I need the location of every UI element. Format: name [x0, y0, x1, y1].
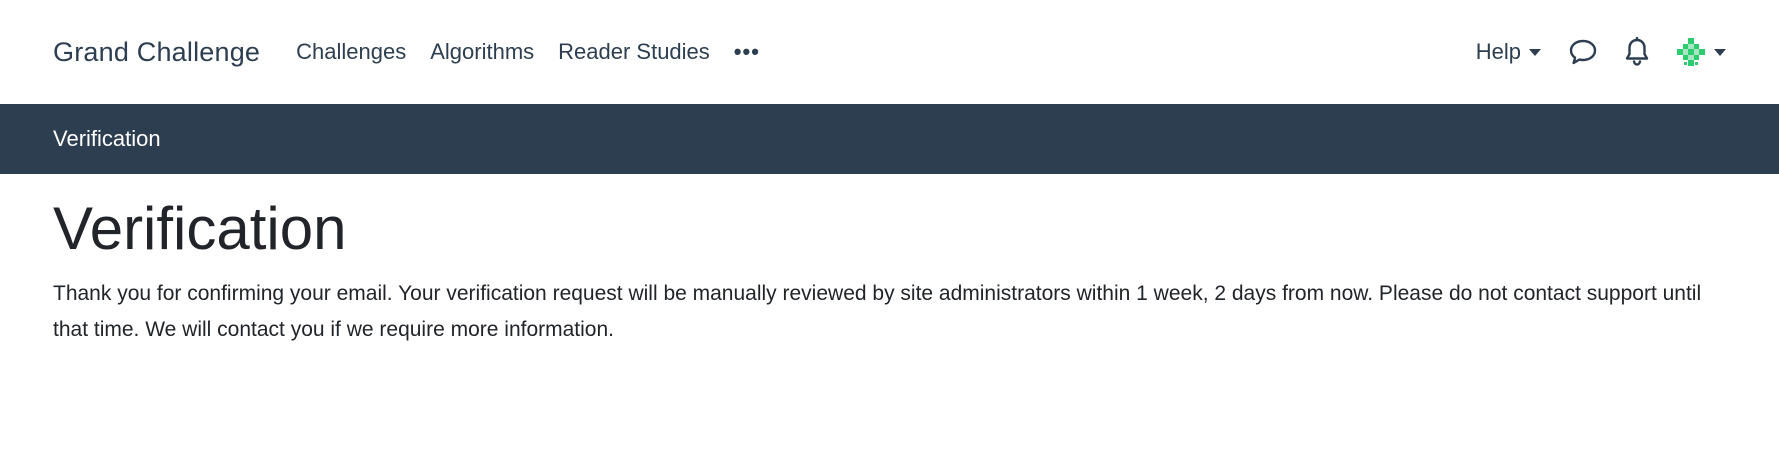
page-header-bar: Verification [0, 104, 1779, 174]
chevron-down-icon [1714, 48, 1726, 56]
user-menu-dropdown[interactable] [1675, 36, 1726, 68]
page-title: Verification [53, 195, 347, 262]
header-bar-title: Verification [53, 126, 161, 151]
chat-bubble-icon [1569, 39, 1597, 65]
nav-right: Help [1476, 36, 1726, 68]
nav-link-reader-studies[interactable]: Reader Studies [558, 39, 710, 65]
main-content: Verification Thank you for confirming yo… [0, 174, 1779, 348]
more-menu-button[interactable]: ••• [734, 39, 760, 65]
brand-link[interactable]: Grand Challenge [53, 37, 260, 68]
top-navbar: Grand Challenge Challenges Algorithms Re… [0, 0, 1779, 104]
nav-links: Challenges Algorithms Reader Studies ••• [284, 39, 760, 65]
help-dropdown[interactable]: Help [1476, 39, 1541, 65]
help-label: Help [1475, 39, 1521, 64]
verification-message: Thank you for confirming your email. You… [53, 282, 1702, 341]
nav-link-challenges[interactable]: Challenges [296, 39, 406, 65]
user-avatar-icon [1675, 36, 1707, 68]
nav-link-algorithms[interactable]: Algorithms [430, 39, 534, 65]
chevron-down-icon [1529, 48, 1541, 56]
forum-button[interactable] [1567, 36, 1599, 68]
bell-icon [1625, 37, 1649, 66]
notifications-button[interactable] [1621, 36, 1653, 68]
